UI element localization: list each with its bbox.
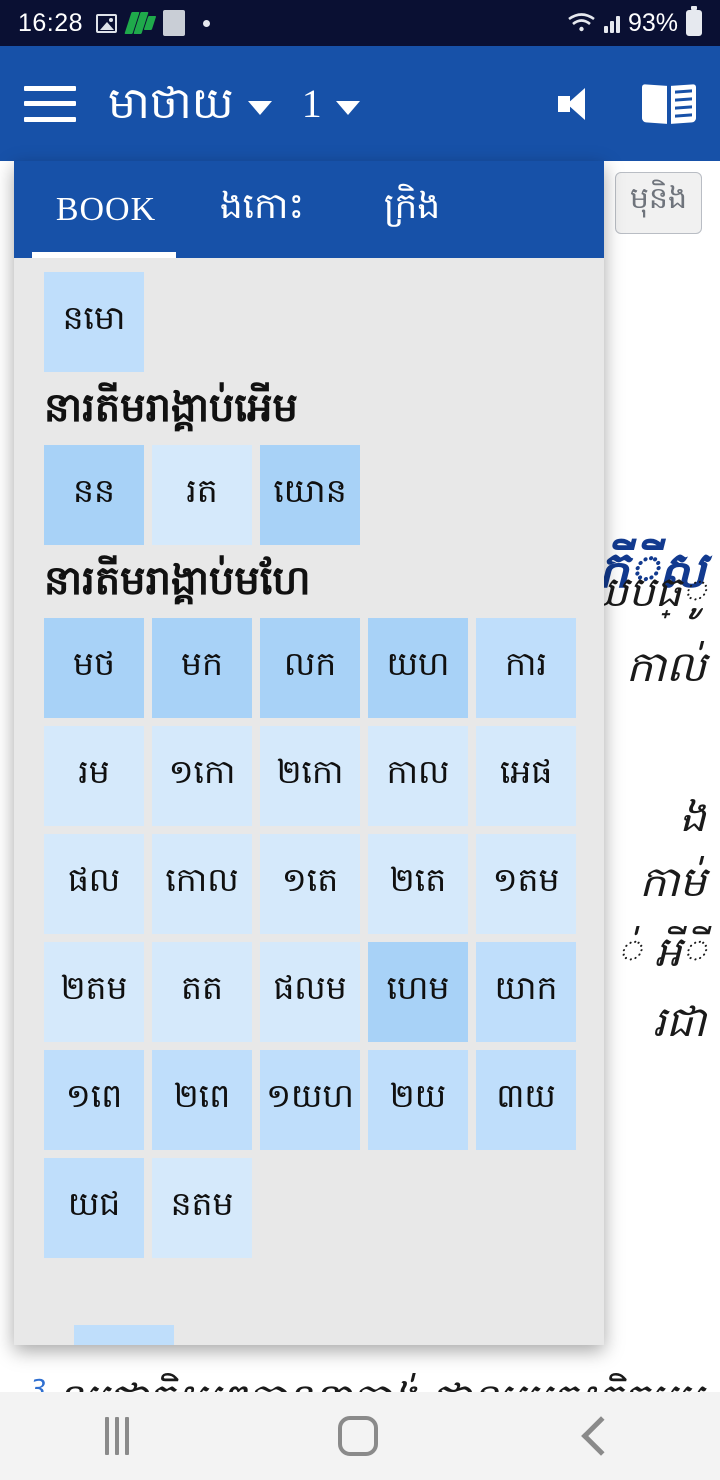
status-notification-icons xyxy=(96,10,211,36)
speaker-icon[interactable] xyxy=(554,84,594,124)
status-time: 16:28 xyxy=(18,8,84,37)
book-chip[interactable]: ១ពេ xyxy=(44,1050,144,1150)
book-chip[interactable]: នន xyxy=(44,445,144,545)
book-chip[interactable]: ១តេ xyxy=(260,834,360,934)
tab-chapter[interactable]: ងកោះ xyxy=(192,183,332,236)
section-heading: នារតីមរាង្គាប់មហែ xyxy=(44,558,311,604)
book-chip[interactable]: មថ xyxy=(44,618,144,718)
book-title-label[interactable]: មាថាយ xyxy=(108,81,234,126)
section-group-1: នារតីមរាង្គាប់អេីម នន រត យោន xyxy=(14,382,604,545)
chip-row: ១ពេ ២ពេ ១យហ ២យ ៣យ xyxy=(30,1050,588,1150)
chevron-down-icon-chapter[interactable] xyxy=(335,100,360,115)
tab-verse[interactable]: ក្រិង xyxy=(342,183,482,236)
hamburger-menu-icon[interactable] xyxy=(24,85,76,122)
page-text-line: ់ អីី xyxy=(616,927,706,976)
tab-book[interactable]: BOOK xyxy=(34,191,178,229)
battery-percent: 93% xyxy=(627,8,678,37)
status-system-icons: 93% xyxy=(567,6,702,38)
popup-tab-bar: BOOK ងកោះ ក្រិង xyxy=(14,161,604,258)
book-chip[interactable]: ផល xyxy=(44,834,144,934)
book-chip[interactable]: កាល xyxy=(368,726,468,826)
popup-scroll-body[interactable]: នមោ នារតីមរាង្គាប់អេីម នន រត យោន នារតីមរ… xyxy=(14,258,604,1345)
book-chip[interactable]: ២យ xyxy=(368,1050,468,1150)
book-chooser-popup: BOOK ងកោះ ក្រិង នមោ នារតីមរាង្គាប់អេីម ន… xyxy=(14,161,604,1345)
section-group-2: នារតីមរាង្គាប់មហែ មថ មក លក យហ ការ រម ១កោ… xyxy=(14,555,604,1258)
page-text-line: រជា xyxy=(652,997,706,1046)
page-text-line: ឃបធ្ូ xyxy=(588,567,706,616)
book-chip[interactable]: ២តម xyxy=(44,942,144,1042)
toolbar-outline-button[interactable]: មុនិង xyxy=(614,172,702,234)
chip-row: យជ នតម xyxy=(30,1158,588,1258)
chip-row: ផល កោល ១តេ ២តេ ១តម xyxy=(30,834,588,934)
chevron-down-icon-book[interactable] xyxy=(247,100,272,115)
book-icon[interactable] xyxy=(642,83,696,125)
dot-icon xyxy=(203,19,211,27)
photo-icon xyxy=(96,13,118,33)
chip-row: មថ មក លក យហ ការ xyxy=(30,618,588,718)
book-chip[interactable]: ១យហ xyxy=(260,1050,360,1150)
green-app-icon xyxy=(124,12,157,34)
wifi-icon xyxy=(567,12,596,34)
page-text-line: កាម់ xyxy=(639,857,706,906)
book-chip[interactable]: រត xyxy=(152,445,252,545)
page-text-line: ង xyxy=(679,792,706,841)
book-chip[interactable]: យជ xyxy=(44,1158,144,1258)
book-chip[interactable]: ១កោ xyxy=(152,726,252,826)
page-text-line: កាល់ xyxy=(626,642,706,691)
chip-row: នមោ xyxy=(30,272,588,372)
phone-screen: 16:28 93% មាថាយ 1 មុនិង កីីស ឃបធ្ូ កាល់ … xyxy=(0,0,720,1480)
book-chip[interactable]: រម xyxy=(44,726,144,826)
book-chip[interactable]: ៣យ xyxy=(476,1050,576,1150)
book-chip[interactable]: កោល xyxy=(152,834,252,934)
chip-row: ២តម តត ផលម ហេម យាក xyxy=(30,942,588,1042)
system-nav-bar xyxy=(0,1392,720,1480)
back-icon[interactable] xyxy=(581,1416,622,1456)
book-chip[interactable]: លក xyxy=(260,618,360,718)
book-chip[interactable]: នតម xyxy=(152,1158,252,1258)
app-bar: មាថាយ 1 xyxy=(0,46,720,161)
section-group-0: នមោ xyxy=(14,272,604,372)
book-chip[interactable]: ផលម xyxy=(260,942,360,1042)
grey-app-icon xyxy=(163,10,186,36)
book-chip[interactable]: យាក xyxy=(476,942,576,1042)
recent-apps-icon[interactable] xyxy=(104,1417,129,1455)
signal-icon xyxy=(603,13,620,33)
book-chip-partial-next-row[interactable] xyxy=(74,1325,174,1345)
book-chip[interactable]: ២តេ xyxy=(368,834,468,934)
book-chip[interactable]: ១តម xyxy=(476,834,576,934)
book-chip[interactable]: នមោ xyxy=(44,272,144,372)
status-bar: 16:28 93% xyxy=(0,0,720,46)
book-chip[interactable]: ការ xyxy=(476,618,576,718)
book-chip[interactable]: យហ xyxy=(368,618,468,718)
book-chip[interactable]: ២ពេ xyxy=(152,1050,252,1150)
book-chip[interactable]: ហេម xyxy=(368,942,468,1042)
book-chip[interactable]: យោន xyxy=(260,445,360,545)
book-chip[interactable]: អេផ xyxy=(476,726,576,826)
book-chip[interactable]: មក xyxy=(152,618,252,718)
home-icon[interactable] xyxy=(337,1416,378,1456)
book-chip[interactable]: តត xyxy=(152,942,252,1042)
chip-row: នន រត យោន xyxy=(30,445,588,545)
book-chip[interactable]: ២កោ xyxy=(260,726,360,826)
chapter-number-label[interactable]: 1 xyxy=(302,80,322,127)
chip-row: រម ១កោ ២កោ កាល អេផ xyxy=(30,726,588,826)
battery-icon xyxy=(686,6,702,36)
section-heading: នារតីមរាង្គាប់អេីម xyxy=(44,385,298,431)
